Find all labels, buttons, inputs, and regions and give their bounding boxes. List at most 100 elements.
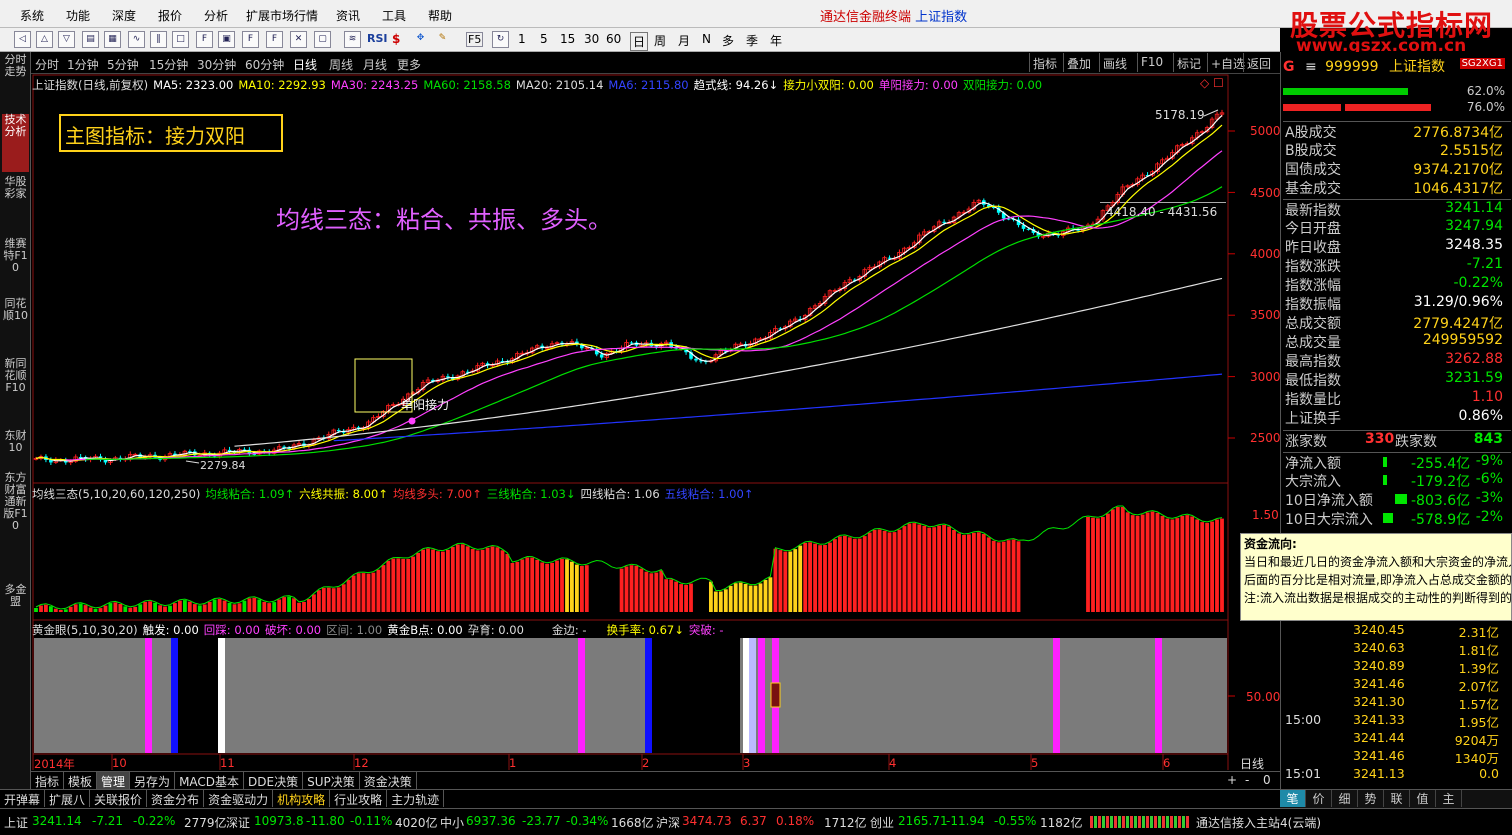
period-1m-button[interactable]: 1 [518, 32, 526, 46]
chart-mode-icons[interactable]: ◇ ☐ [1200, 76, 1224, 90]
tab-main-force-track[interactable]: 主力轨迹 [387, 790, 445, 807]
period-30min[interactable]: 30分钟 [197, 56, 236, 73]
left-tab-timeshare[interactable]: 分时走势 [2, 54, 29, 112]
tab-indicator[interactable]: 指标 [31, 772, 65, 789]
left-tab-weisaite[interactable]: 维赛特F10 [2, 238, 29, 296]
menu-quote[interactable]: 报价 [158, 7, 182, 24]
period-quarter-button[interactable]: 季 [746, 32, 758, 49]
left-tab-duojinmeng[interactable]: 多金盟 [2, 584, 29, 624]
period-multi-button[interactable]: 多 [722, 32, 734, 49]
add-watchlist-button[interactable]: +自选 [1207, 53, 1248, 72]
tab-dde[interactable]: DDE决策 [244, 772, 304, 789]
period-week-button[interactable]: 周 [654, 32, 666, 49]
tab-capital-distribution[interactable]: 资金分布 [147, 790, 205, 807]
indicator-button[interactable]: 指标 [1029, 53, 1060, 72]
tab-capital-drive[interactable]: 资金驱动力 [204, 790, 274, 807]
left-tab-new-tonghuashun[interactable]: 新同花顺F10 [2, 358, 29, 428]
tab-institution-strategy[interactable]: 机构攻略 [273, 790, 331, 807]
rsi-button[interactable]: RSI [367, 32, 388, 45]
period-more[interactable]: 更多 [397, 56, 421, 73]
status-hs-label[interactable]: 沪深 [656, 814, 680, 831]
refresh-icon[interactable]: ↻ [492, 31, 509, 48]
tab-linked[interactable]: 联 [1384, 790, 1410, 807]
status-sh-label[interactable]: 上证 [4, 814, 28, 831]
draw-line-button[interactable]: 画线 [1099, 53, 1130, 72]
menu-news[interactable]: 资讯 [336, 7, 360, 24]
period-timeshare[interactable]: 分时 [35, 56, 59, 73]
pencil-icon[interactable]: ✎ [434, 31, 451, 48]
dollar-button[interactable]: $ [392, 32, 400, 46]
left-tab-dongcai[interactable]: 东财10 [2, 430, 29, 470]
connection-status[interactable]: 通达信接入主站4(云端) [1196, 814, 1321, 831]
candle-chart-icon[interactable]: ‖ [150, 31, 167, 48]
up-arrow-icon[interactable]: △ [36, 31, 53, 48]
menu-system[interactable]: 系统 [20, 7, 44, 24]
ind2-name[interactable]: 均线三态(5,10,20,60,120,250) [32, 487, 200, 501]
window-icon[interactable]: □ [172, 31, 189, 48]
menu-function[interactable]: 功能 [66, 7, 90, 24]
tab-detail[interactable]: 细 [1332, 790, 1358, 807]
menu-depth[interactable]: 深度 [112, 7, 136, 24]
menu-lines-icon[interactable]: ≡ [1305, 59, 1317, 75]
left-tab-tonghuashun[interactable]: 同花顺10 [2, 298, 29, 356]
period-month-button[interactable]: 月 [678, 32, 690, 49]
tab-template[interactable]: 模板 [64, 772, 98, 789]
period-15min[interactable]: 15分钟 [149, 56, 188, 73]
down-arrow-icon[interactable]: ▽ [58, 31, 75, 48]
tab-extend-eight[interactable]: 扩展八 [45, 790, 91, 807]
zoom-out-button[interactable]: - [1245, 773, 1249, 787]
flow-row[interactable]: 大宗流入 -179.2亿 -6% [1283, 471, 1511, 490]
period-year-button[interactable]: 年 [770, 32, 782, 49]
ind3-name[interactable]: 黄金眼(5,10,30,20) [32, 623, 138, 637]
menu-analysis[interactable]: 分析 [204, 7, 228, 24]
report-icon[interactable]: ▤ [82, 31, 99, 48]
f5-button[interactable]: F5 [466, 32, 484, 47]
zoom-in-button[interactable]: + [1227, 773, 1237, 787]
f1-icon[interactable]: F [242, 31, 259, 48]
chart-icon[interactable]: ≋ [344, 31, 361, 48]
period-5min[interactable]: 5分钟 [107, 56, 139, 73]
period-monthly[interactable]: 月线 [363, 56, 387, 73]
tab-tick[interactable]: 笔 [1280, 790, 1306, 807]
strategy-tag[interactable]: SG2XG1 [1459, 58, 1505, 69]
period-30m-button[interactable]: 30 [584, 32, 599, 46]
left-tab-huagu[interactable]: 华股彩家 [2, 176, 29, 234]
menu-tools[interactable]: 工具 [382, 7, 406, 24]
period-60m-button[interactable]: 60 [606, 32, 621, 46]
grid-icon[interactable]: ▦ [104, 31, 121, 48]
back-arrow-icon[interactable]: ◁ [14, 31, 31, 48]
period-5m-button[interactable]: 5 [540, 32, 548, 46]
box-icon[interactable]: ▢ [314, 31, 331, 48]
line-chart-icon[interactable]: ∿ [128, 31, 145, 48]
fz-icon[interactable]: F [266, 31, 283, 48]
tab-price[interactable]: 价 [1306, 790, 1332, 807]
flow-row[interactable]: 10日大宗流入 -578.9亿 -2% [1283, 509, 1511, 528]
status-zx-label[interactable]: 中小 [440, 814, 464, 831]
return-button[interactable]: 返回 [1243, 53, 1274, 72]
tab-main[interactable]: 主 [1436, 790, 1462, 807]
x-icon[interactable]: ✕ [290, 31, 307, 48]
tab-macd[interactable]: MACD基本 [175, 772, 245, 789]
left-tab-eastmoney[interactable]: 东方财富通新版F10 [2, 472, 29, 582]
tab-trend[interactable]: 势 [1358, 790, 1384, 807]
flow-row[interactable]: 净流入额 -255.4亿 -9% [1283, 452, 1511, 472]
tab-manage[interactable]: 管理 [97, 772, 131, 789]
period-n-button[interactable]: N [702, 32, 711, 46]
tab-capital-decision[interactable]: 资金决策 [360, 772, 417, 789]
period-weekly[interactable]: 周线 [329, 56, 353, 73]
period-day-button[interactable]: 日 [630, 32, 649, 51]
move-icon[interactable]: ✥ [412, 31, 429, 48]
main-chart-name[interactable]: 上证指数(日线,前复权) [32, 78, 148, 92]
tab-industry-strategy[interactable]: 行业攻略 [330, 790, 388, 807]
mark-button[interactable]: 标记 [1173, 53, 1204, 72]
menu-help[interactable]: 帮助 [428, 7, 452, 24]
status-cy-label[interactable]: 创业 [870, 814, 894, 831]
note-icon[interactable]: ▣ [218, 31, 235, 48]
period-60min[interactable]: 60分钟 [245, 56, 284, 73]
overlay-button[interactable]: 叠加 [1063, 53, 1094, 72]
period-1min[interactable]: 1分钟 [67, 56, 99, 73]
tab-danmaku[interactable]: 开弹幕 [0, 790, 46, 807]
status-sz-label[interactable]: 深证 [226, 814, 250, 831]
zoom-reset-button[interactable]: 0 [1263, 773, 1271, 787]
f10-button[interactable]: F10 [1137, 53, 1166, 72]
